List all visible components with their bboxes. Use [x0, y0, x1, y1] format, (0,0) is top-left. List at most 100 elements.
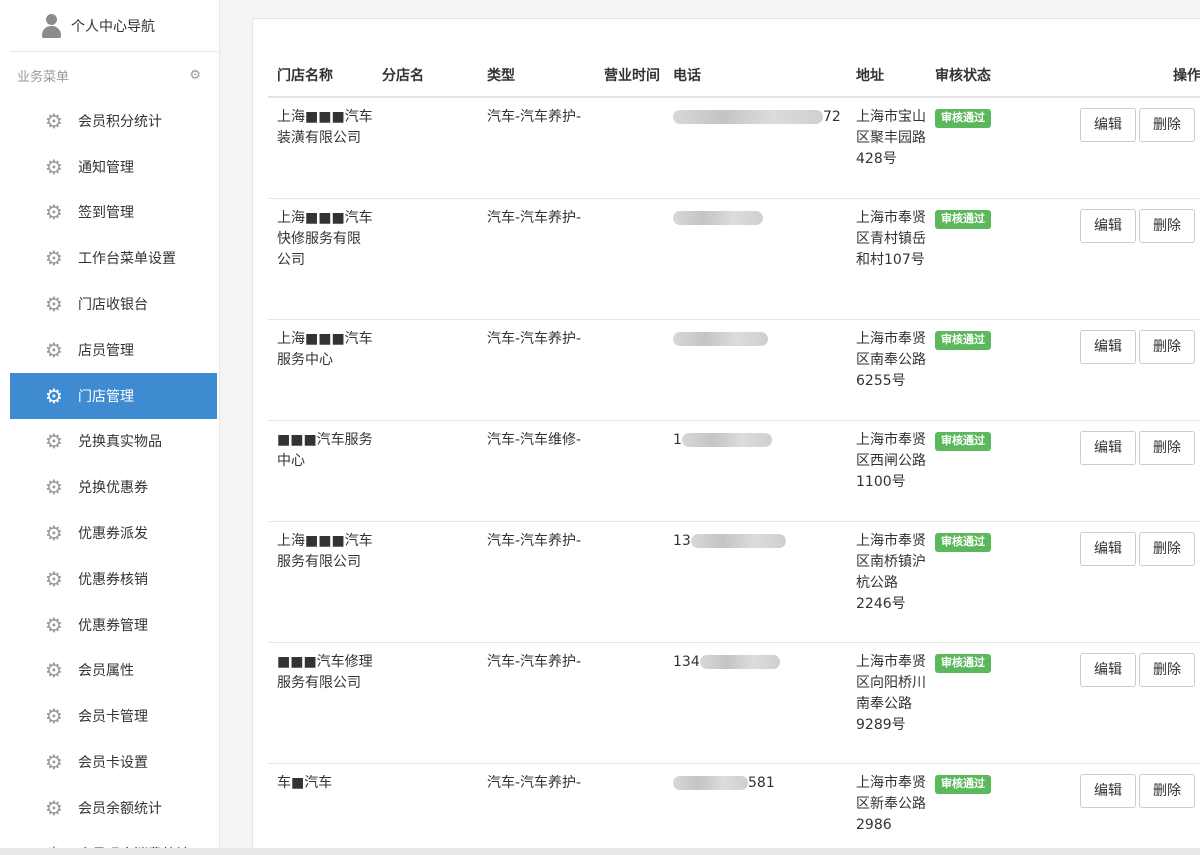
sidebar-item-label: 会员余额统计: [78, 800, 162, 817]
delete-button[interactable]: 删除: [1139, 531, 1195, 566]
address-cell: 上海市奉贤区新奉公路2986: [847, 762, 926, 855]
status-cell: 审核通过: [926, 318, 1029, 420]
phone-prefix: 1: [673, 431, 682, 448]
phone-prefix: 13: [673, 532, 691, 549]
sidebar-item-label: 通知管理: [78, 159, 134, 176]
gear-icon: ⚙: [45, 292, 63, 317]
sidebar-item[interactable]: ⚙ 优惠券派发: [10, 510, 217, 556]
ops-cell: 编辑 删除: [1029, 96, 1200, 198]
redacted-phone: [673, 210, 763, 225]
sidebar-item[interactable]: ⚙ 会员卡管理: [10, 693, 217, 739]
branch-cell: [373, 419, 478, 521]
sidebar-item-label: 会员卡管理: [78, 709, 148, 726]
gear-icon: ⚙: [45, 521, 63, 546]
table-row: 上海■■■汽车装潢有限公司 汽车-汽车养护- 72 上海市宝山区聚丰园路428号 审核通…: [268, 96, 1200, 198]
table-row: 上海■■■汽车快修服务有限公司 汽车-汽车养护- 上海市奉贤区青村镇岳和村107号审…: [268, 197, 1200, 319]
delete-button[interactable]: 删除: [1139, 208, 1195, 243]
sidebar-item-label: 优惠券管理: [78, 617, 148, 634]
phone-prefix: 134: [673, 653, 700, 670]
gear-icon: ⚙: [45, 750, 63, 775]
business-menu-header: 业务菜单 ⚙: [0, 52, 219, 98]
edit-button[interactable]: 编辑: [1080, 208, 1136, 243]
delete-button[interactable]: 删除: [1139, 652, 1195, 687]
sidebar-item[interactable]: ⚙ 会员积分统计: [10, 98, 217, 144]
store-name-cell: ■■■汽车修理服务有限公司: [268, 641, 373, 763]
delete-button[interactable]: 删除: [1139, 329, 1195, 364]
gear-icon: ⚙: [45, 383, 63, 408]
delete-button[interactable]: 删除: [1139, 430, 1195, 465]
sidebar-item-label: 门店管理: [78, 388, 134, 405]
sidebar-menu: ⚙ 会员积分统计 ⚙ 通知管理 ⚙ 签到管理 ⚙ 工作台菜单设置 ⚙ 门店收银台 ⚙ 店员管理 ⚙ 门店管…: [0, 98, 219, 855]
delete-button[interactable]: 删除: [1139, 108, 1195, 142]
ops-cell: 编辑 删除: [1029, 762, 1200, 855]
edit-button[interactable]: 编辑: [1080, 652, 1136, 687]
type-cell: 汽车-汽车维修-: [478, 419, 595, 521]
branch-cell: [373, 197, 478, 319]
phone-suffix: 72: [823, 109, 841, 125]
sidebar-item[interactable]: ⚙ 优惠券管理: [10, 602, 217, 648]
status-cell: 审核通过: [926, 419, 1029, 521]
sidebar-item[interactable]: ⚙ 工作台菜单设置: [10, 235, 217, 281]
gear-icon: ⚙: [45, 200, 63, 225]
branch-cell: [373, 318, 478, 420]
ops-cell: 编辑 删除: [1029, 520, 1200, 642]
sidebar-item-label: 工作台菜单设置: [78, 251, 176, 268]
status-badge: 审核通过: [935, 209, 991, 229]
sidebar-item[interactable]: ⚙ 门店管理: [10, 372, 217, 419]
edit-button[interactable]: 编辑: [1080, 531, 1136, 566]
status-badge: 审核通过: [935, 774, 991, 794]
table-row: 上海■■■汽车服务有限公司 汽车-汽车养护- 13 上海市奉贤区南桥镇沪杭公路2246…: [268, 520, 1200, 642]
edit-button[interactable]: 编辑: [1080, 773, 1136, 808]
status-badge: 审核通过: [935, 431, 991, 451]
phone-cell: 134: [664, 641, 847, 763]
edit-button[interactable]: 编辑: [1080, 108, 1136, 142]
sidebar-item[interactable]: ⚙ 会员卡设置: [10, 739, 217, 785]
business-menu-label: 业务菜单: [17, 69, 70, 85]
store-name-cell: 上海■■■汽车服务中心: [268, 318, 373, 420]
edit-button[interactable]: 编辑: [1080, 430, 1136, 465]
horizontal-scrollbar[interactable]: [0, 848, 1200, 855]
store-name-cell: ■■■汽车服务中心: [268, 419, 373, 521]
phone-cell: 581: [664, 762, 847, 855]
user-icon: [42, 13, 61, 38]
redacted-phone: [699, 654, 780, 669]
sidebar-item[interactable]: ⚙ 会员属性: [10, 648, 217, 694]
table-header-row: 门店名称 分店名 类型 营业时间 电话 地址 审核状态 操作: [268, 19, 1200, 98]
type-cell: 汽车-汽车养护-: [478, 197, 595, 319]
gear-icon: ⚙: [45, 246, 63, 271]
address-cell: 上海市奉贤区南桥镇沪杭公路2246号: [847, 520, 926, 642]
sidebar-item[interactable]: ⚙ 通知管理: [10, 144, 217, 190]
hours-cell: [595, 520, 664, 642]
gear-icon[interactable]: ⚙: [189, 68, 201, 83]
sidebar-item[interactable]: ⚙ 签到管理: [10, 190, 217, 236]
col-header-status: 审核状态: [926, 19, 1029, 98]
redacted-phone: [690, 533, 786, 548]
sidebar-item[interactable]: ⚙ 兑换优惠券: [10, 464, 217, 510]
store-table: 门店名称 分店名 类型 营业时间 电话 地址 审核状态 操作 上海■■■汽车装潢…: [268, 19, 1200, 855]
hours-cell: [595, 419, 664, 521]
phone-cell: [664, 318, 847, 420]
hours-cell: [595, 641, 664, 763]
status-cell: 审核通过: [926, 762, 1029, 855]
hours-cell: [595, 96, 664, 198]
redacted-phone: [673, 775, 748, 790]
edit-button[interactable]: 编辑: [1080, 329, 1136, 364]
sidebar: 个人中心导航 业务菜单 ⚙ ⚙ 会员积分统计 ⚙ 通知管理 ⚙ 签到管理 ⚙ 工作台菜单设置 ⚙…: [0, 0, 220, 855]
sidebar-item-label: 兑换真实物品: [78, 434, 162, 451]
gear-icon: ⚙: [45, 795, 63, 820]
delete-button[interactable]: 删除: [1139, 773, 1195, 808]
status-cell: 审核通过: [926, 641, 1029, 763]
sidebar-item[interactable]: ⚙ 会员余额统计: [10, 785, 217, 831]
sidebar-item-label: 兑换优惠券: [78, 480, 148, 497]
sidebar-item[interactable]: ⚙ 门店收银台: [10, 281, 217, 327]
ops-cell: 编辑 删除: [1029, 419, 1200, 521]
phone-cell: 13: [664, 520, 847, 642]
status-badge: 审核通过: [935, 330, 991, 350]
sidebar-item[interactable]: ⚙ 店员管理: [10, 327, 217, 373]
sidebar-item[interactable]: ⚙ 优惠券核销: [10, 556, 217, 602]
sidebar-item[interactable]: ⚙ 兑换真实物品: [10, 419, 217, 465]
sidebar-item-label: 优惠券派发: [78, 526, 148, 543]
branch-cell: [373, 520, 478, 642]
personal-center-nav[interactable]: 个人中心导航: [10, 0, 218, 52]
ops-cell: 编辑 删除: [1029, 318, 1200, 420]
